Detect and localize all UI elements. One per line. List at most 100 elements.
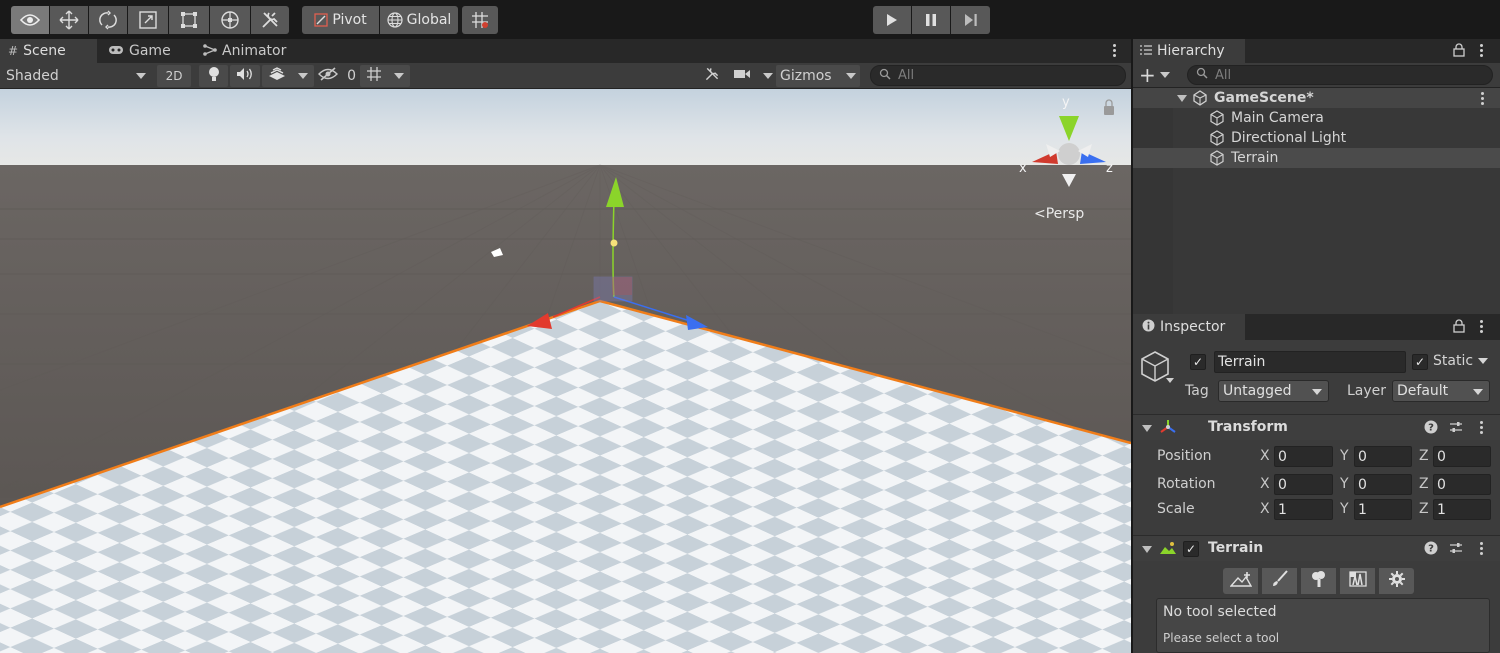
2d-toggle-button[interactable]: 2D (157, 65, 191, 87)
paint-texture-button[interactable] (1262, 568, 1297, 594)
step-button[interactable] (951, 6, 990, 34)
camera-dropdown[interactable] (733, 65, 773, 87)
transform-axes-icon (1159, 419, 1177, 439)
custom-tool-button[interactable] (251, 6, 289, 34)
grid-dropdown[interactable] (360, 65, 410, 87)
transform-header[interactable]: Transform ? (1133, 414, 1500, 440)
hierarchy-item-directional-light[interactable]: Directional Light (1133, 128, 1500, 148)
grid-snap-button[interactable] (462, 6, 498, 34)
active-checkbox[interactable]: ✓ (1190, 354, 1206, 370)
shading-mode-value: Shaded (6, 68, 59, 84)
chevron-down-icon (1159, 72, 1170, 78)
scene-visibility-toggle[interactable]: 0 (318, 65, 356, 87)
hierarchy-menu-button[interactable] (1479, 44, 1483, 57)
chevron-down-icon (136, 73, 146, 79)
rotation-y-field[interactable]: 0 (1354, 474, 1412, 495)
scene-row[interactable]: GameScene* (1133, 88, 1500, 108)
position-label: Position (1157, 448, 1212, 464)
rect-tool-button[interactable] (169, 6, 209, 34)
help-icon[interactable]: ? (1424, 541, 1438, 559)
eye-hidden-icon (318, 67, 338, 85)
scene-viewport[interactable]: y x z <Persp (0, 89, 1131, 653)
scene-menu-button[interactable] (1480, 92, 1484, 105)
rotate-tool-button[interactable] (89, 6, 127, 34)
terrain-settings-button[interactable] (1379, 568, 1414, 594)
hierarchy-tree: GameScene* Main Camera Directional Light… (1133, 88, 1500, 314)
effects-dropdown[interactable] (262, 65, 314, 87)
position-z-value: 0 (1437, 448, 1446, 465)
position-x-field[interactable]: 0 (1274, 446, 1333, 467)
presets-icon[interactable] (1449, 420, 1463, 438)
rotation-x-field[interactable]: 0 (1274, 474, 1333, 495)
play-button[interactable] (873, 6, 911, 34)
scene-search-input[interactable]: All (870, 65, 1126, 86)
lock-icon[interactable] (1453, 43, 1465, 61)
rotation-z-field[interactable]: 0 (1433, 474, 1491, 495)
scale-x-field[interactable]: 1 (1274, 499, 1333, 520)
object-name-value: Terrain (1218, 354, 1266, 370)
hierarchy-search-input[interactable]: All (1187, 65, 1493, 85)
gameobject-icon[interactable] (1140, 350, 1176, 390)
scene-panel-menu-button[interactable] (1112, 44, 1116, 57)
lock-icon[interactable] (1453, 319, 1465, 337)
tree-icon (1310, 570, 1328, 592)
pivot-toggle[interactable]: Pivot (302, 6, 379, 34)
tab-animator[interactable]: Animator (195, 39, 294, 63)
gizmos-dropdown[interactable]: Gizmos (776, 65, 860, 87)
tools-icon (704, 66, 720, 86)
move-tool-button[interactable] (50, 6, 88, 34)
static-dropdown[interactable]: Static (1433, 353, 1489, 369)
view-tool-button[interactable] (11, 6, 49, 34)
scene-tools-button[interactable] (700, 65, 724, 87)
tab-hierarchy[interactable]: Hierarchy (1133, 39, 1245, 63)
tab-game[interactable]: Game (100, 39, 179, 63)
help-icon[interactable]: ? (1424, 420, 1438, 438)
scale-y-value: 1 (1358, 501, 1367, 518)
position-z-field[interactable]: 0 (1433, 446, 1491, 467)
position-y-value: 0 (1358, 448, 1367, 465)
terrain-component-header[interactable]: ✓ Terrain ? (1133, 535, 1500, 561)
tag-dropdown[interactable]: Untagged (1218, 380, 1329, 402)
terrain-enabled-checkbox[interactable]: ✓ (1183, 541, 1199, 557)
scale-tool-button[interactable] (128, 6, 168, 34)
layer-dropdown[interactable]: Default (1392, 380, 1490, 402)
tag-label: Tag (1185, 383, 1209, 399)
hierarchy-item-main-camera[interactable]: Main Camera (1133, 108, 1500, 128)
presets-icon[interactable] (1449, 541, 1463, 559)
chevron-down-icon (846, 73, 856, 79)
2d-label: 2D (165, 69, 183, 83)
axis-z-label: Z (1419, 448, 1429, 464)
object-name-field[interactable]: Terrain (1214, 351, 1406, 373)
grid-snap-icon (471, 11, 489, 29)
scale-y-field[interactable]: 1 (1354, 499, 1412, 520)
axis-z-label: z (1106, 161, 1113, 176)
globe-icon (387, 12, 403, 28)
tab-scene[interactable]: # Scene (0, 39, 97, 63)
shading-mode-dropdown[interactable]: Shaded (0, 65, 152, 87)
tab-scene-label: Scene (23, 43, 66, 59)
lightbulb-icon (208, 66, 220, 86)
paint-trees-button[interactable] (1301, 568, 1336, 594)
projection-toggle[interactable]: <Persp (1034, 206, 1084, 222)
global-label: Global (406, 12, 452, 28)
inspector-menu-button[interactable] (1479, 320, 1483, 333)
gameobject-cube-icon (1209, 110, 1225, 130)
global-toggle[interactable]: Global (380, 6, 458, 34)
static-checkbox[interactable]: ✓ (1412, 354, 1428, 370)
raise-terrain-button[interactable] (1223, 568, 1258, 594)
create-dropdown[interactable]: + (1139, 65, 1173, 85)
chevron-down-icon (1478, 358, 1489, 364)
position-y-field[interactable]: 0 (1354, 446, 1412, 467)
lighting-toggle[interactable] (199, 65, 228, 87)
paint-details-button[interactable] (1340, 568, 1375, 594)
tab-inspector[interactable]: Inspector (1133, 314, 1245, 340)
scale-z-field[interactable]: 1 (1433, 499, 1491, 520)
pause-button[interactable] (912, 6, 950, 34)
transform-menu-button[interactable] (1479, 421, 1483, 434)
transform-tool-button[interactable] (210, 6, 250, 34)
hierarchy-item-terrain[interactable]: Terrain (1133, 148, 1500, 168)
rotation-y-value: 0 (1358, 476, 1367, 493)
audio-toggle[interactable] (230, 65, 260, 87)
layer-value: Default (1397, 383, 1449, 399)
terrain-menu-button[interactable] (1479, 542, 1483, 555)
